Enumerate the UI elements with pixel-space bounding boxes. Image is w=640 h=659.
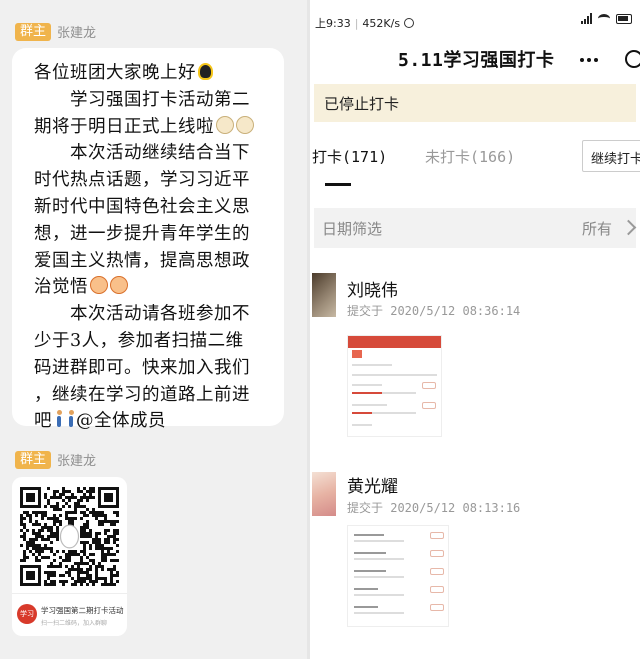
notice-text: 已停止打卡: [324, 95, 400, 113]
more-icon[interactable]: [580, 58, 598, 62]
alarm-clock-icon: [404, 18, 415, 28]
page-title: 5.11学习强国打卡: [398, 50, 555, 71]
checkin-screenshot[interactable]: [347, 335, 442, 437]
message-line: 学习强国打卡活动第二: [34, 89, 250, 110]
message-line: 期将于明日正式上线啦: [34, 116, 214, 137]
checkin-screenshot[interactable]: [347, 525, 449, 627]
date-filter[interactable]: 日期筛选 所有: [314, 208, 637, 248]
record-name: 黄光耀: [347, 477, 398, 497]
message-sender: 群主 张建龙: [15, 22, 96, 41]
sender-name[interactable]: 张建龙: [57, 450, 96, 469]
walking-emoji-icon: [54, 410, 64, 428]
chevron-right-icon: [620, 219, 637, 236]
smile-emoji-icon: [236, 115, 254, 134]
message-line: 治觉悟: [34, 277, 88, 298]
signal-icon: [581, 13, 592, 24]
message-line: 本次活动继续结合当下: [34, 143, 250, 164]
screenshot-header: [348, 336, 441, 348]
avatar[interactable]: [312, 273, 336, 317]
message-line: 时代热点话题，学习习近平: [34, 170, 250, 191]
card-subtitle: 扫一扫二维码，加入群聊: [41, 620, 108, 627]
owner-badge: 群主: [15, 22, 52, 41]
xuexi-logo-icon: 学习: [17, 604, 37, 624]
nav-bar: 5.11学习强国打卡: [310, 34, 640, 80]
wifi-icon: [598, 14, 610, 23]
status-time: 上9:33: [315, 17, 351, 30]
record-name: 刘晓伟: [347, 281, 398, 301]
card-title: 学习强国第二期打卡活动: [41, 606, 124, 615]
determined-emoji-icon: [90, 276, 108, 295]
sender-name[interactable]: 张建龙: [57, 22, 96, 41]
walking-emoji-icon: [66, 410, 76, 428]
determined-emoji-icon: [110, 276, 128, 295]
tab-not-checked-in[interactable]: 未打卡(166): [425, 146, 515, 167]
status-bar: 上9:33 | 452K/s: [310, 0, 640, 34]
message-sender: 群主 张建龙: [15, 450, 96, 469]
battery-icon: [616, 13, 632, 24]
group-qr-card[interactable]: 学习 学习强国第二期打卡活动 扫一扫二维码，加入群聊: [12, 477, 127, 636]
message-line: 爱国主义热情，提高思想政: [34, 250, 250, 271]
message-bubble[interactable]: 各位班团大家晚上好 学习强国打卡活动第二 期将于明日正式上线啦 本次活动继续结合…: [12, 48, 284, 431]
continue-checkin-button[interactable]: 继续打卡: [582, 140, 640, 172]
message-line: 码进群即可。快来加入我们: [34, 357, 250, 378]
qr-code-icon: [20, 487, 119, 586]
message-line: 吧: [34, 411, 52, 432]
gift-icon: [352, 350, 362, 358]
message-line: ，继续在学习的道路上前进: [34, 384, 250, 405]
message-line: 新时代中国特色社会主义思: [34, 196, 250, 217]
chat-panel: 群主 张建龙 各位班团大家晚上好 学习强国打卡活动第二 期将于明日正式上线啦 本…: [0, 0, 307, 659]
smile-emoji-icon: [216, 115, 234, 134]
card-footer: 学习 学习强国第二期打卡活动 扫一扫二维码，加入群聊: [12, 593, 127, 636]
close-icon[interactable]: [625, 50, 640, 68]
record-time: 提交于 2020/5/12 08:13:16: [347, 501, 521, 515]
active-tab-indicator: [325, 183, 351, 186]
checkin-screen: 上9:33 | 452K/s 5.11学习强国打卡 已停止打卡 打卡(171) …: [310, 0, 640, 659]
message-line: 各位班团大家晚上好: [34, 63, 196, 83]
tab-checked-in[interactable]: 打卡(171): [312, 146, 387, 167]
avatar[interactable]: [312, 472, 336, 516]
message-line: 少于3人，参加者扫描二维: [34, 330, 244, 351]
network-speed: 452K/s: [362, 16, 401, 30]
filter-label: 日期筛选: [322, 220, 383, 238]
filter-value: 所有: [582, 220, 613, 238]
message-line: 本次活动请各班参加不: [34, 304, 250, 325]
message-line: 想，进一步提升青年学生的: [34, 223, 250, 244]
status-notice: 已停止打卡: [314, 84, 636, 122]
penguin-emoji-icon: [198, 63, 213, 80]
mention-all[interactable]: @全体成员: [76, 411, 166, 431]
record-time: 提交于 2020/5/12 08:36:14: [347, 304, 521, 318]
owner-badge: 群主: [15, 450, 52, 469]
